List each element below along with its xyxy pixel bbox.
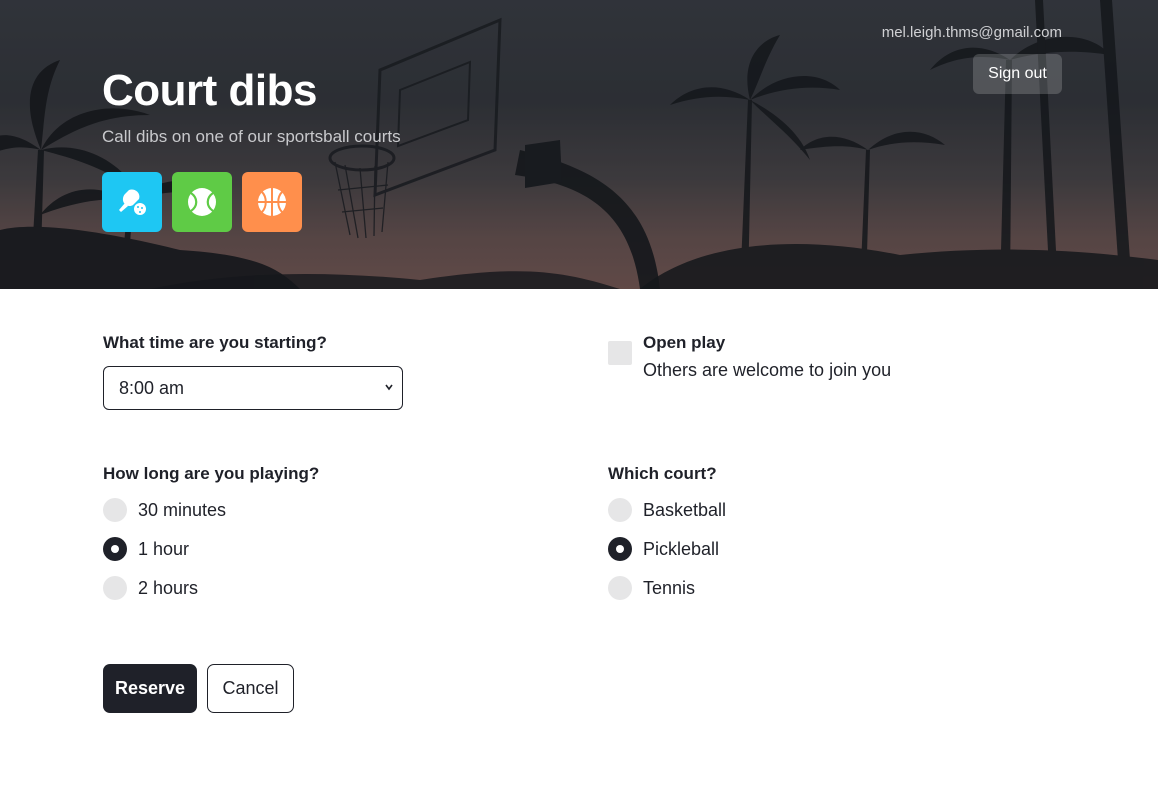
radio-button-selected[interactable] [608, 537, 632, 561]
radio-label: Basketball [643, 499, 727, 520]
sign-out-button[interactable]: Sign out [973, 54, 1062, 94]
chevron-down-icon [385, 384, 393, 391]
radio-label: 1 hour [138, 538, 190, 559]
court-option-pickleball[interactable]: Pickleball [608, 537, 719, 561]
radio-label: Pickleball [643, 538, 720, 559]
start-time-value: 8:00 am [119, 377, 185, 398]
cancel-button[interactable]: Cancel [207, 664, 294, 713]
radio-label: 2 hours [138, 577, 199, 598]
tennis-ball-icon [188, 188, 216, 216]
radio-button[interactable] [103, 498, 127, 522]
radio-button[interactable] [608, 498, 632, 522]
duration-option-2-hours[interactable]: 2 hours [103, 576, 198, 600]
start-time-label: What time are you starting? [103, 333, 327, 352]
open-play-title: Open play [643, 333, 726, 352]
hero-banner: Court dibs Call dibs on one of our sport… [0, 0, 1158, 289]
page-title: Court dibs [102, 66, 317, 115]
sport-basketball-tile[interactable] [242, 172, 302, 232]
start-time-select[interactable]: 8:00 am [103, 366, 403, 410]
court-label: Which court? [608, 464, 717, 483]
duration-option-30-minutes[interactable]: 30 minutes [103, 498, 226, 522]
duration-option-1-hour[interactable]: 1 hour [103, 537, 189, 561]
open-play-checkbox[interactable] [608, 341, 632, 365]
pickleball-icon [119, 189, 146, 215]
sport-pickleball-tile[interactable] [102, 172, 162, 232]
radio-button[interactable] [103, 576, 127, 600]
open-play-description: Others are welcome to join you [643, 360, 892, 380]
radio-label: Tennis [643, 577, 696, 598]
basketball-icon [258, 188, 286, 216]
duration-label: How long are you playing? [103, 464, 320, 483]
court-option-basketball[interactable]: Basketball [608, 498, 726, 522]
sport-tennis-tile[interactable] [172, 172, 232, 232]
radio-button-selected[interactable] [103, 537, 127, 561]
user-email: mel.leigh.thms@gmail.com [881, 24, 1062, 41]
page-subtitle: Call dibs on one of our sportsball court… [102, 127, 401, 146]
reserve-button[interactable]: Reserve [103, 664, 197, 713]
court-option-tennis[interactable]: Tennis [608, 576, 695, 600]
radio-label: 30 minutes [138, 499, 227, 520]
sport-icon-row [102, 172, 302, 232]
radio-button[interactable] [608, 576, 632, 600]
